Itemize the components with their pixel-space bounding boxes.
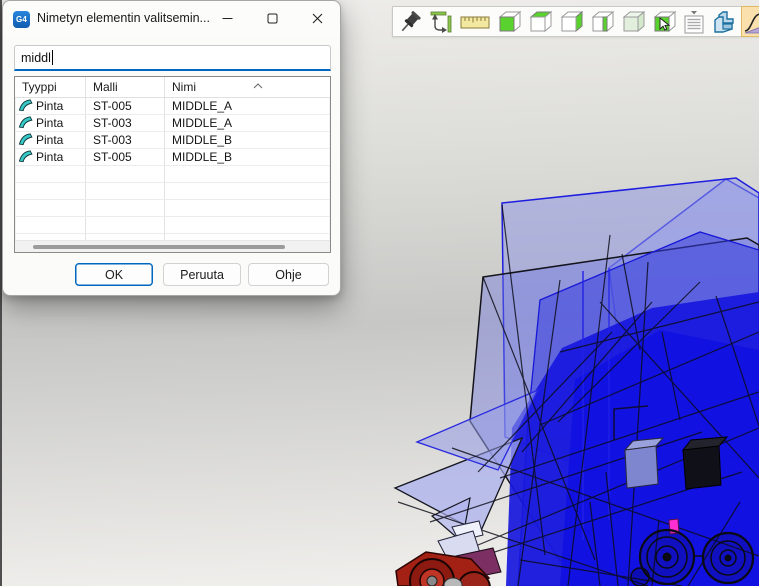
scrollbar-thumb[interactable]: [33, 245, 285, 249]
horizontal-scrollbar[interactable]: [15, 240, 330, 252]
cell-tyyppi: Pinta: [36, 133, 63, 147]
cell-malli: ST-003: [86, 115, 165, 131]
dialog-title: Nimetyn elementin valitsemin...: [37, 11, 210, 25]
cube-right-face-icon[interactable]: [589, 7, 615, 36]
cell-nimi: MIDDLE_A: [165, 115, 330, 131]
caption-buttons: [205, 1, 340, 36]
cell-tyyppi: Pinta: [36, 116, 63, 130]
text-caret: [52, 50, 53, 65]
cube-left-face-icon[interactable]: [558, 7, 584, 36]
cell-tyyppi: Pinta: [36, 150, 63, 164]
table-row-empty[interactable]: [15, 166, 330, 183]
column-header-malli[interactable]: Malli: [86, 77, 165, 97]
cad-toolbar: [392, 6, 759, 37]
table-rows: Pinta ST-005 MIDDLE_A Pinta ST-003 MIDDL…: [15, 98, 330, 240]
minimize-icon[interactable]: [205, 1, 250, 36]
cube-front-face-icon[interactable]: [496, 7, 522, 36]
table-row-empty[interactable]: [15, 183, 330, 200]
filter-input[interactable]: middl: [14, 45, 331, 71]
solid-model-icon[interactable]: [711, 7, 737, 36]
measure-icon[interactable]: [428, 7, 454, 36]
table-row-empty[interactable]: [15, 217, 330, 234]
cell-nimi: MIDDLE_B: [165, 132, 330, 148]
table-row[interactable]: Pinta ST-005 MIDDLE_A: [15, 98, 330, 115]
help-button[interactable]: Ohje: [248, 263, 329, 286]
cell-malli: ST-005: [86, 149, 165, 165]
surface-icon: [18, 98, 33, 114]
curve-icon[interactable]: [742, 7, 759, 36]
table-header: Tyyppi Malli Nimi: [15, 77, 330, 98]
shaded-cube-icon[interactable]: [620, 7, 646, 36]
filter-value: middl: [21, 51, 51, 65]
ruler-icon[interactable]: [459, 7, 491, 36]
dialog-buttons: OK Peruuta Ohje: [3, 263, 340, 287]
cancel-button[interactable]: Peruuta: [163, 263, 241, 286]
app-icon: G4: [13, 11, 30, 28]
select-face-icon[interactable]: [651, 7, 677, 36]
ok-button[interactable]: OK: [75, 263, 153, 286]
pin-icon[interactable]: [399, 7, 423, 36]
named-element-dialog: G4 Nimetyn elementin valitsemin... middl…: [2, 0, 341, 296]
element-table: Tyyppi Malli Nimi Pinta ST-005 MIDDLE_A …: [14, 76, 331, 253]
cell-nimi: MIDDLE_B: [165, 149, 330, 165]
table-row[interactable]: Pinta ST-005 MIDDLE_B: [15, 149, 330, 166]
column-header-nimi[interactable]: Nimi: [165, 77, 330, 97]
table-row[interactable]: Pinta ST-003 MIDDLE_B: [15, 132, 330, 149]
close-icon[interactable]: [295, 1, 340, 36]
surface-icon: [18, 115, 33, 131]
cube-top-face-icon[interactable]: [527, 7, 553, 36]
document-list-icon[interactable]: [682, 7, 706, 36]
table-row-empty[interactable]: [15, 200, 330, 217]
maximize-icon[interactable]: [250, 1, 295, 36]
table-row[interactable]: Pinta ST-003 MIDDLE_A: [15, 115, 330, 132]
cell-tyyppi: Pinta: [36, 99, 63, 113]
surface-icon: [18, 149, 33, 165]
cell-nimi: MIDDLE_A: [165, 98, 330, 114]
dialog-titlebar[interactable]: G4 Nimetyn elementin valitsemin...: [3, 1, 340, 37]
column-header-tyyppi[interactable]: Tyyppi: [15, 77, 86, 97]
surface-icon: [18, 132, 33, 148]
sort-ascending-icon: [253, 78, 263, 92]
cell-malli: ST-005: [86, 98, 165, 114]
cell-malli: ST-003: [86, 132, 165, 148]
